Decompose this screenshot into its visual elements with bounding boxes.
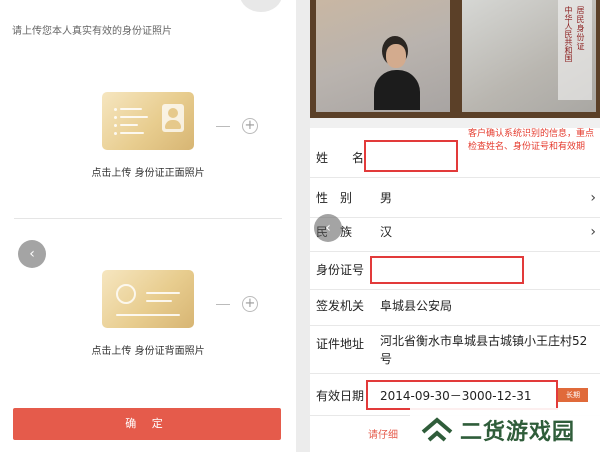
bottom-hint: 请仔细: [368, 430, 398, 441]
upload-panel: 请上传您本人真实有效的身份证照片 + 点击上传 身份证正面照片 ‹ + 点击上传…: [0, 0, 296, 452]
watermark: 二货游戏园: [410, 408, 600, 452]
long-term-badge: 长期: [558, 388, 588, 402]
upload-hint: 请上传您本人真实有效的身份证照片: [12, 26, 172, 37]
chevron-left-icon[interactable]: ‹: [314, 214, 342, 242]
row-label: 姓 名: [316, 151, 365, 165]
row-label: 身份证号: [316, 263, 365, 277]
confirm-button[interactable]: 确 定: [13, 408, 281, 440]
row-label: 证件地址: [316, 337, 365, 351]
panel-gap: [296, 0, 310, 452]
highlight-box-validity: [366, 380, 558, 410]
id-back-photo: 居民身份证 中华人民共和国: [462, 0, 596, 112]
top-circle-decoration: [240, 0, 282, 12]
emblem-icon: [116, 284, 136, 304]
gap: [310, 118, 600, 128]
id-photo-strip: 居民身份证 中华人民共和国: [310, 0, 600, 118]
chevron-left-icon[interactable]: ‹: [18, 240, 46, 268]
chevron-right-icon: ›: [590, 224, 596, 240]
highlight-box-id-number: [370, 256, 524, 284]
portrait-icon: [162, 104, 184, 132]
id-back-upload-card[interactable]: [102, 270, 194, 328]
back-caption: 点击上传 身份证背面照片: [91, 346, 205, 357]
row-label: 签发机关: [316, 299, 365, 313]
row-label: 有效日期: [316, 389, 365, 403]
id-back-subtitle: 中华人民共和国: [564, 6, 573, 62]
watermark-logo-icon: [421, 417, 453, 442]
row-ethnicity[interactable]: 民 族 汉 ›: [310, 212, 600, 252]
plus-icon[interactable]: +: [242, 118, 258, 134]
highlight-box-name: [364, 140, 458, 172]
divider: [14, 218, 282, 219]
row-value: 汉: [380, 225, 393, 239]
plus-icon[interactable]: +: [242, 296, 258, 312]
id-back-title: 居民身份证: [576, 6, 585, 51]
id-front-upload-card[interactable]: [102, 92, 194, 150]
id-front-photo: [316, 0, 450, 112]
row-value: 阜城县公安局: [380, 299, 453, 313]
row-issuer[interactable]: 签发机关 阜城县公安局: [310, 286, 600, 326]
review-note: 客户确认系统识别的信息，重点检查姓名、身份证号和有效期: [468, 129, 595, 152]
front-caption: 点击上传 身份证正面照片: [91, 168, 205, 179]
dash-divider: [216, 126, 230, 127]
dash-divider: [216, 304, 230, 305]
row-value: 河北省衡水市阜城县古城镇小王庄村52号: [380, 334, 588, 366]
watermark-text: 二货游戏园: [460, 420, 576, 445]
row-address[interactable]: 证件地址 河北省衡水市阜城县古城镇小王庄村52号: [310, 324, 600, 374]
